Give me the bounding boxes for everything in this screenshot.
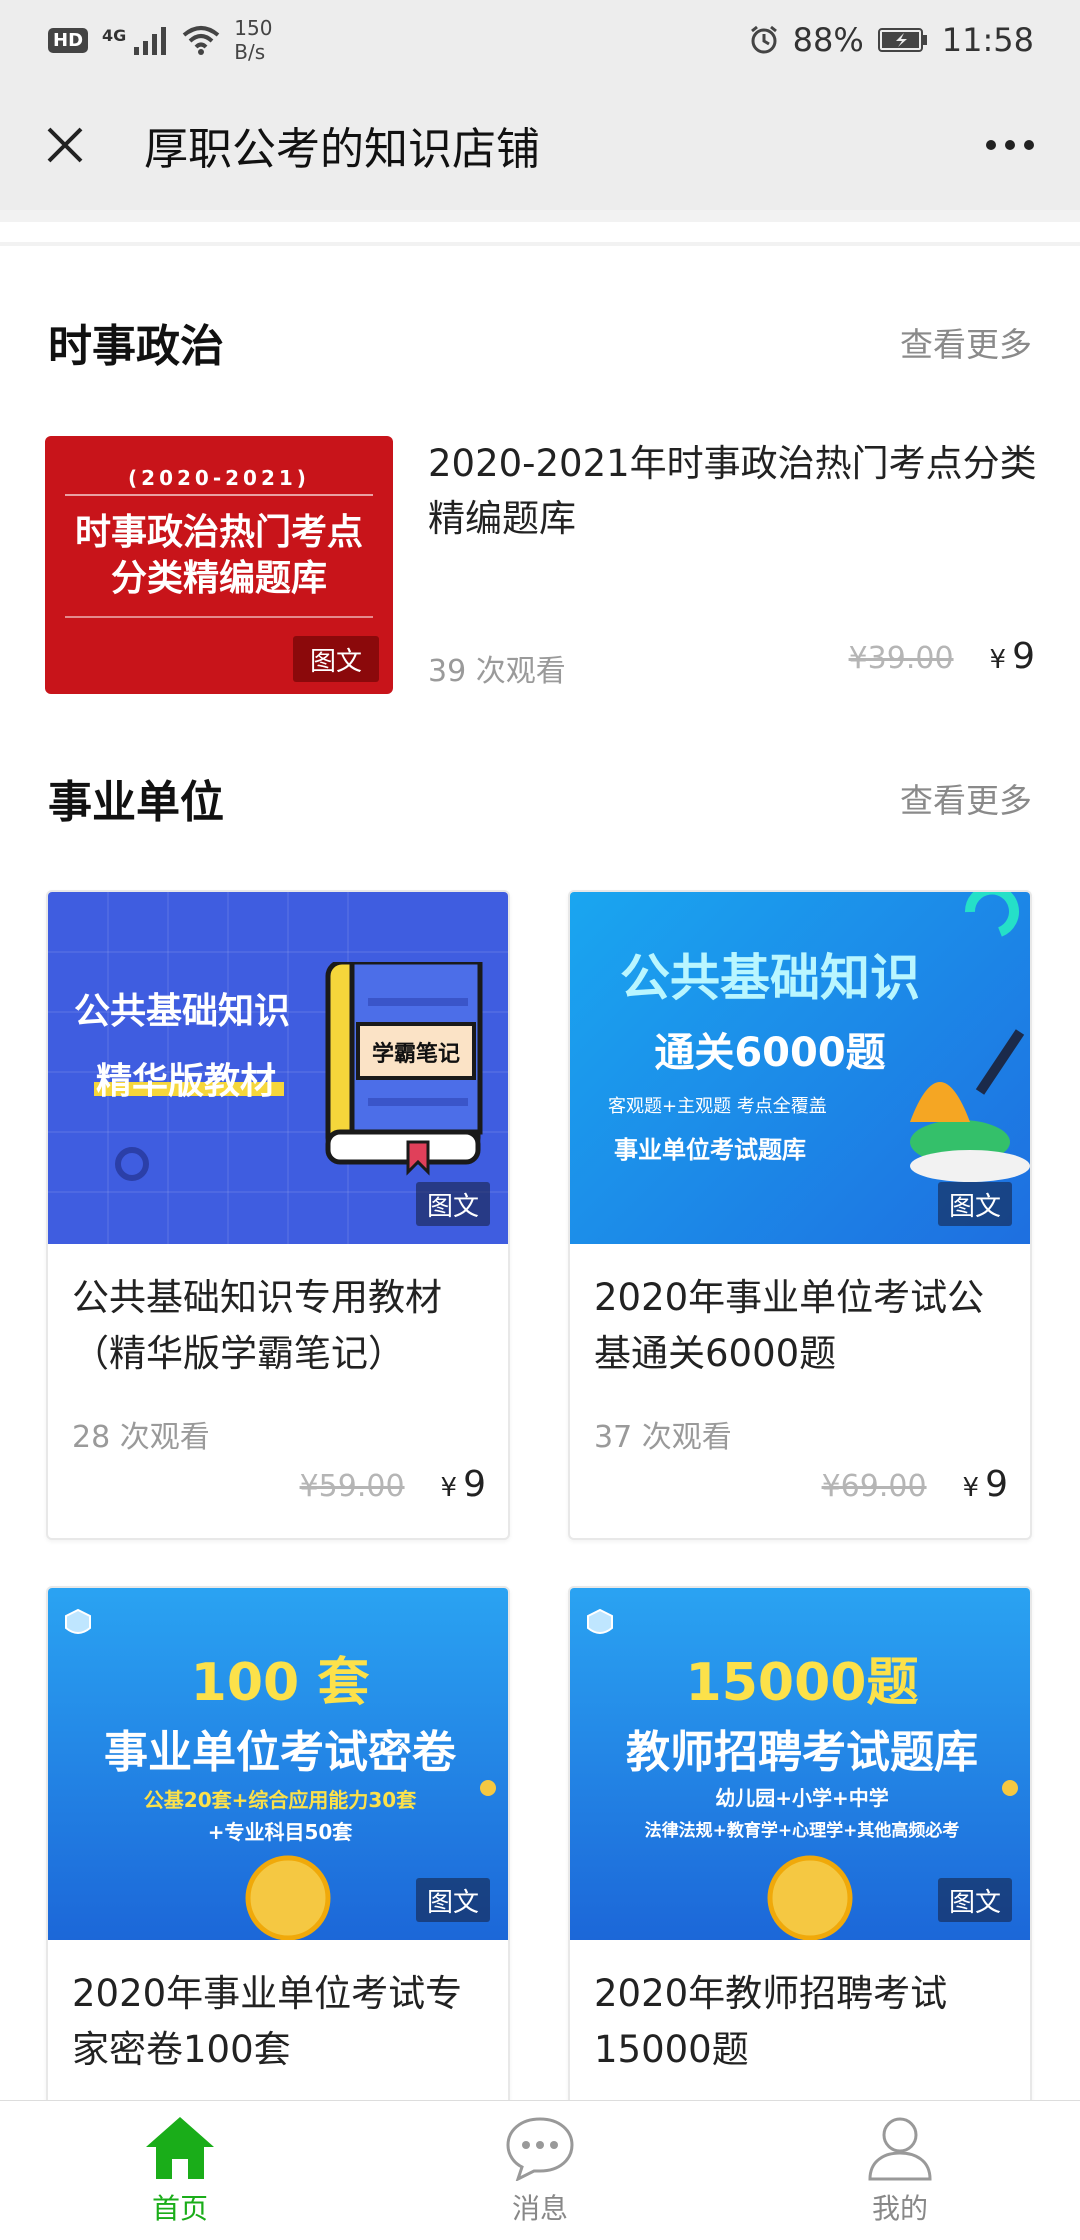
page: HD 4G 150 B/s 88% 11:58 厚职公考的知识店铺 时事政治 查…: [0, 0, 1080, 2240]
cover-line1: 公共基础知识: [620, 949, 920, 1007]
price-group: ¥59.00 ¥9: [300, 1464, 486, 1505]
view-more-link[interactable]: 查看更多: [900, 774, 1032, 822]
battery-icon: [877, 27, 928, 53]
price-value: 9: [985, 1464, 1008, 1505]
price-group: ¥69.00 ¥9: [822, 1464, 1008, 1505]
home-icon: [146, 2117, 214, 2179]
tab-label: 我的: [871, 2192, 928, 2225]
more-icon: [986, 140, 1034, 150]
alarm-icon: [750, 25, 777, 54]
course-card[interactable]: 公共基础知识 通关6000题 客观题+主观题 考点全覆盖 事业单位考试题库 图文…: [568, 890, 1032, 1540]
view-count: 39 次观看: [428, 654, 566, 689]
price-group: ¥39.00 ¥9: [849, 636, 1035, 677]
list-item[interactable]: (2020-2021) 时事政治热门考点 分类精编题库 图文 2020-2021…: [45, 436, 1037, 698]
view-count: 28 次观看: [72, 1420, 210, 1455]
price-value: 9: [1012, 636, 1035, 677]
book-label: 学霸笔记: [371, 1042, 460, 1067]
thumb-line1: 时事政治热门考点: [74, 512, 363, 553]
course-card[interactable]: 公共基础知识 精华版教材 学霸笔记 图文 公共基础知识专用教材（精华版学霸笔记）…: [46, 890, 510, 1540]
more-menu-button[interactable]: [980, 125, 1040, 165]
book-illustration: [325, 962, 483, 1176]
close-button[interactable]: [40, 120, 90, 170]
cover-line3: 客观题+主观题 考点全覆盖: [608, 1096, 827, 1117]
status-bar: HD 4G 150 B/s 88% 11:58: [0, 0, 1080, 80]
original-price: ¥59.00: [299, 1469, 405, 1504]
wifi-icon: [183, 26, 220, 55]
cover-line1: 15000题: [685, 1653, 919, 1713]
course-cover: 公共基础知识 通关6000题 客观题+主观题 考点全覆盖 事业单位考试题库 图文: [570, 892, 1030, 1244]
section-title: 时事政治: [48, 321, 224, 372]
current-price: ¥9: [963, 1464, 1008, 1505]
section-title: 事业单位: [48, 777, 224, 828]
course-title: 2020-2021年时事政治热门考点分类精编题库: [428, 442, 1037, 540]
thumb-line2: 分类精编题库: [110, 558, 327, 599]
course-cover: 100 套 事业单位考试密卷 公基20套+综合应用能力30套 +专业科目50套 …: [48, 1588, 508, 1940]
course-cover: 公共基础知识 精华版教材 学霸笔记 图文: [48, 892, 508, 1244]
media-type-badge: 图文: [293, 636, 379, 682]
hd-badge: HD: [48, 27, 89, 53]
cover-line2: 事业单位考试密卷: [104, 1727, 456, 1778]
user-icon: [868, 2117, 932, 2181]
course-title: 2020年教师招聘考试15000题: [594, 1972, 948, 2071]
cover-line4: 法律法规+教育学+心理学+其他高频必考: [644, 1821, 960, 1841]
course-cover: 15000题 教师招聘考试题库 幼儿园+小学+中学 法律法规+教育学+心理学+其…: [570, 1588, 1030, 1940]
tab-label: 消息: [511, 2192, 568, 2225]
currency-symbol: ¥: [989, 645, 1007, 675]
content-area: 时事政治 查看更多 (2020-2021) 时事政治热门考点 分类精编题库 图文…: [0, 210, 1080, 2100]
cover-line4: 事业单位考试题库: [614, 1136, 806, 1164]
cover-line2: 通关6000题: [654, 1030, 886, 1076]
currency-symbol: ¥: [962, 1473, 980, 1503]
price-value: 9: [463, 1464, 486, 1505]
currency-symbol: ¥: [440, 1473, 458, 1503]
thumb-year: (2020-2021): [128, 466, 310, 490]
close-icon: [47, 127, 83, 163]
cover-line4: +专业科目50套: [207, 1820, 353, 1844]
thumb-divider: [65, 616, 373, 618]
tab-mine[interactable]: 我的: [800, 2101, 1000, 2240]
original-price: ¥69.00: [821, 1469, 927, 1504]
network-type: 4G: [102, 26, 127, 45]
tab-home[interactable]: 首页: [80, 2101, 280, 2240]
tab-label: 首页: [151, 2192, 208, 2225]
top-section-edge: [0, 222, 1080, 242]
course-card[interactable]: 15000题 教师招聘考试题库 幼儿园+小学+中学 法律法规+教育学+心理学+其…: [568, 1586, 1032, 2100]
original-price: ¥39.00: [848, 641, 954, 676]
cover-line1: 公共基础知识: [74, 991, 291, 1032]
tab-messages[interactable]: 消息: [440, 2101, 640, 2240]
media-type-badge: 图文: [416, 1182, 490, 1226]
network-speed: 150 B/s: [234, 16, 272, 64]
current-price: ¥9: [441, 1464, 486, 1505]
course-thumbnail: (2020-2021) 时事政治热门考点 分类精编题库 图文: [45, 436, 393, 694]
speed-unit: B/s: [234, 40, 266, 64]
view-more-link[interactable]: 查看更多: [900, 318, 1032, 366]
signal-icon: [134, 27, 167, 55]
media-type-badge: 图文: [416, 1878, 490, 1922]
media-type-badge: 图文: [938, 1878, 1012, 1922]
speed-value: 150: [234, 16, 273, 40]
cover-line3: 幼儿园+小学+中学: [715, 1786, 889, 1810]
cover-line1: 100 套: [190, 1653, 370, 1713]
clock: 11:58: [941, 21, 1034, 59]
thumb-divider: [65, 494, 373, 496]
course-card[interactable]: 100 套 事业单位考试密卷 公基20套+综合应用能力30套 +专业科目50套 …: [46, 1586, 510, 2100]
nav-bar: 厚职公考的知识店铺: [0, 80, 1080, 210]
course-title: 2020年事业单位考试专家密卷100套: [72, 1972, 463, 2071]
course-title: 2020年事业单位考试公基通关6000题: [594, 1276, 985, 1375]
course-title: 公共基础知识专用教材（精华版学霸笔记）: [72, 1276, 442, 1375]
cover-line3: 公基20套+综合应用能力30套: [143, 1788, 417, 1812]
page-title: 厚职公考的知识店铺: [144, 124, 540, 175]
cover-line2: 精华版教材: [96, 1061, 277, 1102]
current-price: ¥9: [990, 636, 1035, 677]
chat-bubble-icon: [506, 2117, 574, 2181]
media-type-badge: 图文: [938, 1182, 1012, 1226]
view-count: 37 次观看: [594, 1420, 732, 1455]
battery-percent: 88%: [792, 21, 864, 59]
tab-bar: 首页 消息 我的: [0, 2100, 1080, 2240]
cover-line2: 教师招聘考试题库: [626, 1727, 978, 1778]
section-institution: 事业单位 查看更多 公共基础知识 精华版教材 学霸笔记 图文 公共基础知识专用教…: [0, 714, 1080, 2100]
